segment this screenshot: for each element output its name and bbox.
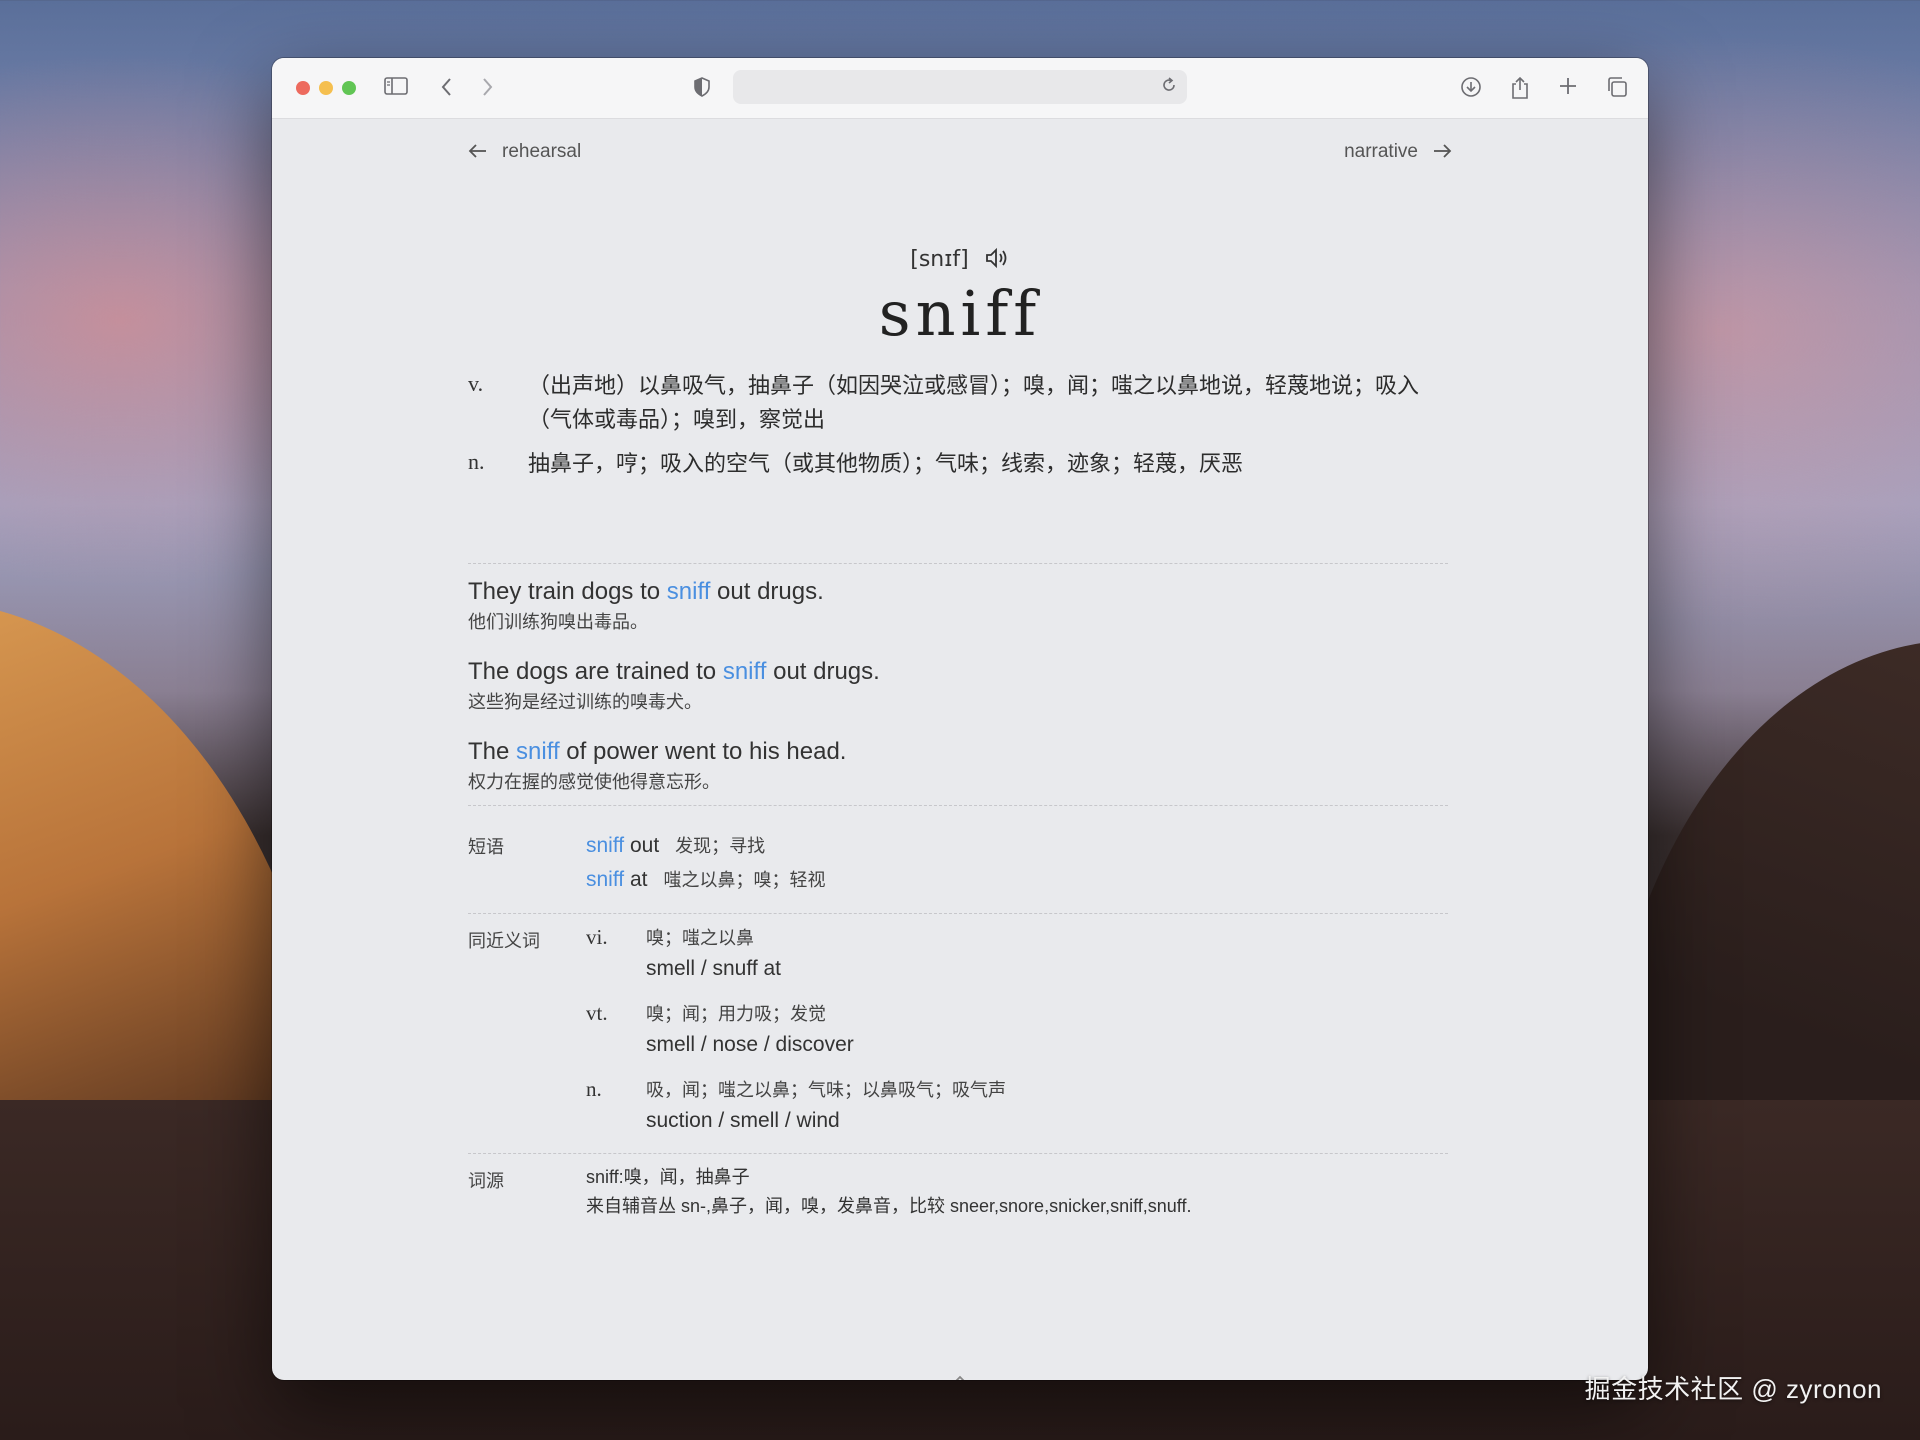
definitions-list: v. （出声地）以鼻吸气，抽鼻子（如因哭泣或感冒）；嗅，闻；嗤之以鼻地说，轻蔑地…: [468, 369, 1448, 491]
synonyms-label: 同近义词: [468, 931, 540, 951]
window-controls: [296, 81, 356, 95]
examples-list: They train dogs to sniff out drugs. 他们训练…: [468, 575, 1448, 815]
chevron-up-icon[interactable]: [272, 1371, 1648, 1380]
address-bar[interactable]: [733, 70, 1187, 104]
example-item: They train dogs to sniff out drugs. 他们训练…: [468, 575, 1448, 635]
phrase-item: sniff at 嗤之以鼻；嗅；轻视: [586, 863, 826, 897]
arrow-left-icon: [468, 139, 488, 165]
phrase-meaning: 嗤之以鼻；嗅；轻视: [663, 870, 826, 890]
browser-window: rehearsal narrative [snɪf] sniff v. （出声地…: [272, 58, 1648, 1380]
definition-pos: v.: [468, 371, 484, 396]
dictionary-page: rehearsal narrative [snɪf] sniff v. （出声地…: [272, 119, 1648, 1380]
example-keyword: sniff: [516, 738, 560, 765]
example-cn: 权力在握的感觉使他得意忘形。: [468, 772, 720, 792]
phrases-label: 短语: [468, 837, 504, 857]
tabs-overview-icon[interactable]: [1606, 76, 1628, 103]
divider: [468, 913, 1448, 914]
example-keyword: sniff: [666, 578, 711, 605]
synonym-words: suction / smell / wind: [646, 1109, 840, 1132]
phonetic-text: [snɪf]: [910, 247, 969, 272]
chevron-right-icon[interactable]: [480, 76, 494, 103]
phrases-list: sniff out 发现；寻找 sniff at 嗤之以鼻；嗅；轻视: [586, 829, 826, 897]
definition-pos: n.: [468, 449, 485, 474]
next-word-label: narrative: [1344, 141, 1418, 162]
example-text: out drugs.: [710, 578, 824, 605]
synonym-words: smell / nose / discover: [646, 1033, 854, 1056]
etymology-line: sniff:嗅，闻，抽鼻子: [586, 1167, 750, 1187]
zoom-window-button[interactable]: [342, 81, 356, 95]
browser-toolbar: [272, 58, 1648, 119]
close-window-button[interactable]: [296, 81, 310, 95]
example-text: They train dogs to: [468, 578, 667, 605]
divider: [468, 563, 1448, 564]
example-en: They train dogs to sniff out drugs.: [468, 575, 1448, 609]
example-en: The dogs are trained to sniff out drugs.: [468, 655, 1448, 689]
watermark: 掘金技术社区 @ zyronon: [1584, 1374, 1882, 1404]
synonym-pos: vt.: [586, 1001, 608, 1025]
reload-icon[interactable]: [1161, 76, 1177, 99]
prev-word-label: rehearsal: [502, 141, 582, 162]
phrase-rest: at: [624, 868, 648, 891]
phrase-keyword: sniff: [586, 868, 625, 891]
example-cn: 他们训练狗嗅出毒品。: [468, 612, 648, 632]
example-item: The sniff of power went to his head. 权力在…: [468, 735, 1448, 795]
divider: [468, 805, 1448, 806]
phrases-section: 短语 sniff out 发现；寻找 sniff at 嗤之以鼻；嗅；轻视: [468, 829, 1448, 897]
definition-text: 抽鼻子，哼；吸入的空气（或其他物质）；气味；线索，迹象；轻蔑，厌恶: [528, 451, 1244, 476]
phonetic-row: [snɪf]: [272, 247, 1648, 272]
synonym-meaning: 吸，闻；嗤之以鼻；气味；以鼻吸气；吸气声: [646, 1080, 1006, 1100]
plus-icon[interactable]: [1558, 76, 1578, 101]
etymology-line: 来自辅音丛 sn-,鼻子，闻，嗅，发鼻音，比较 sneer,snore,snic…: [586, 1196, 1192, 1216]
synonym-group: vi. 嗅；嗤之以鼻 smell / snuff at: [586, 923, 1006, 985]
example-text: The dogs are trained to: [468, 658, 723, 685]
share-icon[interactable]: [1510, 76, 1530, 105]
definition-row: v. （出声地）以鼻吸气，抽鼻子（如因哭泣或感冒）；嗅，闻；嗤之以鼻地说，轻蔑地…: [468, 369, 1448, 437]
example-text: The: [468, 738, 517, 765]
example-cn: 这些狗是经过训练的嗅毒犬。: [468, 692, 702, 712]
download-icon[interactable]: [1460, 76, 1482, 103]
divider: [468, 1153, 1448, 1154]
example-keyword: sniff: [722, 658, 767, 685]
etymology-label: 词源: [468, 1171, 504, 1191]
example-text: of power went to his head.: [559, 738, 847, 765]
synonym-meaning: 嗅；嗤之以鼻: [646, 928, 754, 948]
synonym-group: vt. 嗅；闻；用力吸；发觉 smell / nose / discover: [586, 999, 1006, 1061]
synonym-words: smell / snuff at: [646, 957, 782, 980]
background-dune-right: [1600, 640, 1920, 1160]
synonyms-section: 同近义词 vi. 嗅；嗤之以鼻 smell / snuff at vt. 嗅；闻…: [468, 923, 1448, 1151]
synonym-meaning: 嗅；闻；用力吸；发觉: [646, 1004, 826, 1024]
sidebar-icon[interactable]: [384, 76, 408, 101]
prev-word-link[interactable]: rehearsal: [468, 139, 581, 165]
minimize-window-button[interactable]: [319, 81, 333, 95]
example-item: The dogs are trained to sniff out drugs.…: [468, 655, 1448, 715]
definition-row: n. 抽鼻子，哼；吸入的空气（或其他物质）；气味；线索，迹象；轻蔑，厌恶: [468, 447, 1448, 481]
synonym-pos: n.: [586, 1077, 602, 1101]
example-text: out drugs.: [766, 658, 880, 685]
chevron-left-icon[interactable]: [440, 76, 454, 103]
speaker-icon[interactable]: [984, 247, 1010, 272]
phrase-keyword: sniff: [586, 834, 625, 857]
headword: sniff: [878, 277, 1042, 350]
phrase-item: sniff out 发现；寻找: [586, 829, 826, 863]
synonym-group: n. 吸，闻；嗤之以鼻；气味；以鼻吸气；吸气声 suction / smell …: [586, 1075, 1006, 1137]
arrow-right-icon: [1432, 139, 1452, 165]
phrase-rest: out: [624, 834, 660, 857]
shield-icon[interactable]: [692, 76, 712, 103]
next-word-link[interactable]: narrative: [1344, 139, 1452, 165]
etymology-body: sniff:嗅，闻，抽鼻子 来自辅音丛 sn-,鼻子，闻，嗅，发鼻音，比较 sn…: [586, 1163, 1191, 1221]
definition-text: （出声地）以鼻吸气，抽鼻子（如因哭泣或感冒）；嗅，闻；嗤之以鼻地说，轻蔑地说；吸…: [528, 373, 1420, 432]
synonyms-list: vi. 嗅；嗤之以鼻 smell / snuff at vt. 嗅；闻；用力吸；…: [586, 923, 1006, 1151]
synonym-pos: vi.: [586, 925, 608, 949]
etymology-section: 词源 sniff:嗅，闻，抽鼻子 来自辅音丛 sn-,鼻子，闻，嗅，发鼻音，比较…: [468, 1163, 1448, 1221]
phrase-meaning: 发现；寻找: [675, 836, 766, 856]
example-en: The sniff of power went to his head.: [468, 735, 1448, 769]
